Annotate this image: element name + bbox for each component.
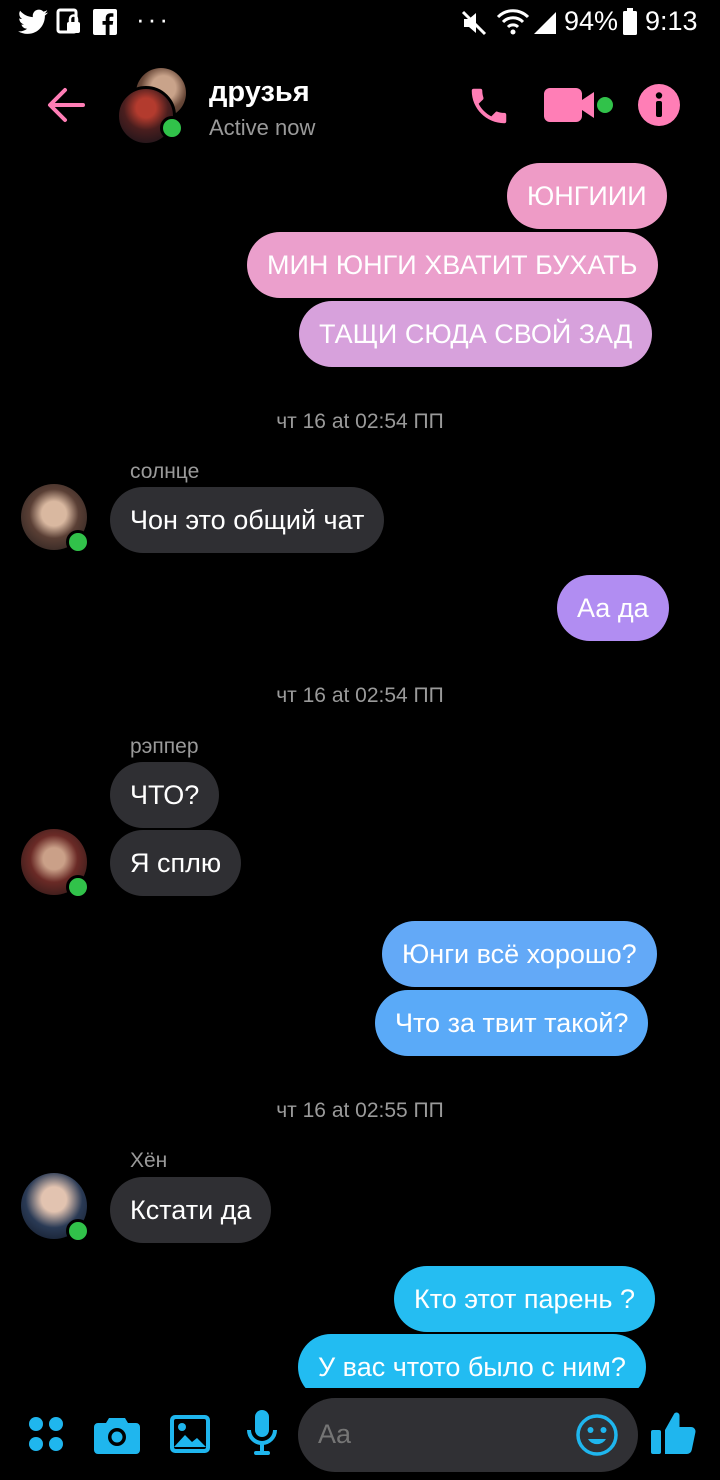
back-arrow-icon[interactable] bbox=[46, 85, 86, 125]
chat-title[interactable]: друзья bbox=[209, 76, 310, 109]
sent-message[interactable]: Юнги всё хорошо? bbox=[382, 921, 657, 987]
gallery-icon[interactable] bbox=[170, 1415, 210, 1453]
online-indicator bbox=[66, 530, 90, 554]
wifi-icon bbox=[496, 9, 530, 35]
thumbs-up-icon[interactable] bbox=[651, 1410, 697, 1456]
message-input[interactable] bbox=[318, 1419, 558, 1450]
sent-message[interactable]: МИН ЮНГИ ХВАТИТ БУХАТЬ bbox=[247, 232, 658, 298]
twitter-icon bbox=[18, 9, 48, 34]
received-message[interactable]: Чон это общий чат bbox=[110, 487, 385, 553]
sent-message[interactable]: ЮНГИИИ bbox=[507, 163, 667, 229]
emoji-icon[interactable] bbox=[576, 1414, 618, 1456]
online-indicator bbox=[66, 875, 90, 899]
camera-icon[interactable] bbox=[94, 1414, 140, 1454]
timestamp: чт 16 at 02:55 ПП bbox=[276, 1099, 444, 1122]
battery-percent: 94% bbox=[564, 6, 619, 36]
sent-message[interactable]: У вас чтото было с ним? bbox=[298, 1334, 646, 1388]
sent-message[interactable]: Аа да bbox=[557, 575, 669, 641]
info-icon[interactable] bbox=[637, 83, 681, 127]
sender-name: солнце bbox=[130, 460, 200, 483]
sent-message[interactable]: Что за твит такой? bbox=[375, 990, 649, 1056]
more-notifications-icon: ··· bbox=[136, 4, 171, 34]
sender-name: рэппер bbox=[130, 735, 199, 758]
online-indicator bbox=[66, 1219, 90, 1243]
received-message[interactable]: Я сплю bbox=[110, 830, 242, 896]
received-message[interactable]: Кстати да bbox=[110, 1177, 272, 1243]
facebook-icon bbox=[93, 9, 117, 35]
online-indicator bbox=[160, 116, 184, 140]
menu-dots-icon[interactable] bbox=[28, 1416, 64, 1452]
phone-icon[interactable] bbox=[466, 83, 512, 129]
mute-icon bbox=[461, 10, 487, 36]
signal-icon bbox=[534, 12, 556, 34]
timestamp: чт 16 at 02:54 ПП bbox=[276, 410, 444, 433]
sender-name: Хён bbox=[130, 1149, 168, 1172]
screen-lock-icon bbox=[56, 8, 80, 34]
video-camera-icon[interactable] bbox=[544, 84, 616, 126]
timestamp: чт 16 at 02:54 ПП bbox=[276, 684, 444, 707]
battery-icon bbox=[623, 8, 637, 35]
sent-message[interactable]: ТАЩИ СЮДА СВОЙ ЗАД bbox=[299, 301, 653, 367]
sent-message[interactable]: Кто этот парень ? bbox=[394, 1266, 656, 1332]
received-message[interactable]: ЧТО? bbox=[110, 762, 220, 828]
status-bar: ··· 94% 9:13 bbox=[0, 0, 720, 48]
chat-status: Active now bbox=[209, 115, 316, 140]
message-clip: У вас чтото было с ним? bbox=[298, 1334, 672, 1388]
microphone-icon[interactable] bbox=[246, 1410, 278, 1456]
status-time: 9:13 bbox=[645, 6, 698, 36]
